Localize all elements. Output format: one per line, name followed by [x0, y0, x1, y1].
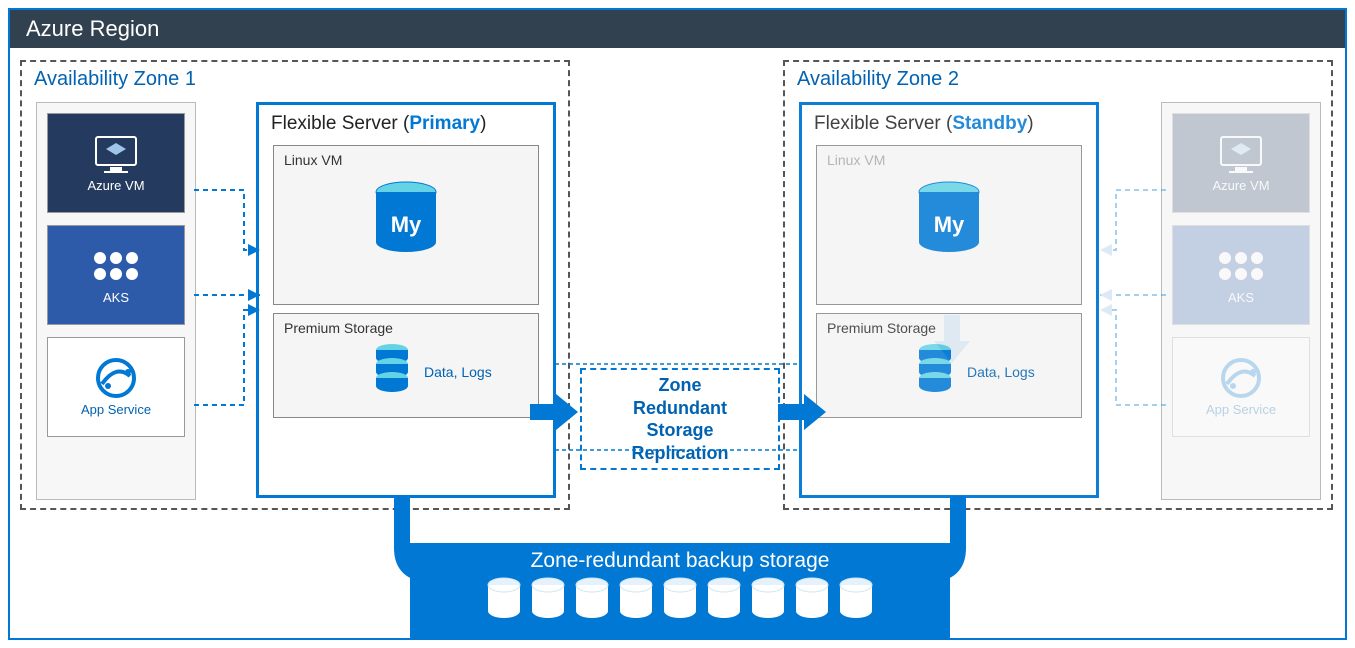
- fs-primary-premium-storage: Premium Storage Data, Logs: [273, 313, 539, 418]
- az1-client-services: Azure VM AKS App Service: [36, 102, 196, 500]
- app-service-standby: App Service: [1172, 337, 1310, 437]
- premium-storage-label-standby: Premium Storage: [817, 314, 1081, 342]
- appservice-icon: [92, 358, 140, 398]
- disks-icon: [917, 342, 953, 399]
- backup-title: Zone-redundant backup storage: [410, 549, 950, 573]
- appservice-label: App Service: [81, 402, 151, 417]
- fs-primary-linux-vm: Linux VM: [273, 145, 539, 305]
- flexible-server-standby: Flexible Server (Standby) Linux VM Premi…: [799, 102, 1099, 498]
- availability-zone-2: Availability Zone 2 Flexible Server (Sta…: [783, 60, 1333, 510]
- az2-title: Availability Zone 2: [797, 68, 959, 91]
- aks-label: AKS: [103, 290, 129, 305]
- aks-icon: [1217, 246, 1265, 286]
- appservice-label: App Service: [1206, 402, 1276, 417]
- azure-vm-service: Azure VM: [47, 113, 185, 213]
- linux-vm-label: Linux VM: [274, 146, 538, 174]
- aks-label: AKS: [1228, 290, 1254, 305]
- azure-vm-label: Azure VM: [1212, 178, 1269, 193]
- appservice-icon: [1217, 358, 1265, 398]
- availability-zone-1: Availability Zone 1 Azure VM AKS App Ser…: [20, 60, 570, 510]
- linux-vm-label-standby: Linux VM: [817, 146, 1081, 174]
- mysql-icon: [917, 182, 981, 261]
- az1-title: Availability Zone 1: [34, 68, 196, 91]
- region-title: Azure Region: [10, 10, 1345, 48]
- zone-redundant-storage-replication: Zone Redundant Storage Replication: [580, 368, 780, 470]
- mysql-icon: [374, 182, 438, 261]
- azure-vm-label: Azure VM: [87, 178, 144, 193]
- data-logs-label-standby: Data, Logs: [967, 364, 1035, 380]
- vm-icon: [92, 134, 140, 174]
- fs-primary-title: Flexible Server (Primary): [259, 105, 553, 137]
- aks-service-standby: AKS: [1172, 225, 1310, 325]
- disks-icon: [374, 342, 410, 399]
- app-service: App Service: [47, 337, 185, 437]
- backup-cans: [410, 577, 950, 621]
- az2-client-services: Azure VM AKS App Service: [1161, 102, 1321, 500]
- aks-icon: [92, 246, 140, 286]
- data-logs-label: Data, Logs: [424, 364, 492, 380]
- aks-service: AKS: [47, 225, 185, 325]
- azure-vm-service-standby: Azure VM: [1172, 113, 1310, 213]
- vm-icon: [1217, 134, 1265, 174]
- premium-storage-label: Premium Storage: [274, 314, 538, 342]
- azure-region-frame: Azure Region Availability Zone 1 Azure V…: [8, 8, 1347, 640]
- fs-standby-linux-vm: Linux VM: [816, 145, 1082, 305]
- fs-standby-title: Flexible Server (Standby): [802, 105, 1096, 137]
- fs-standby-premium-storage: Premium Storage Data, Logs: [816, 313, 1082, 418]
- flexible-server-primary: Flexible Server (Primary) Linux VM Premi…: [256, 102, 556, 498]
- backup-storage: Zone-redundant backup storage: [410, 543, 950, 638]
